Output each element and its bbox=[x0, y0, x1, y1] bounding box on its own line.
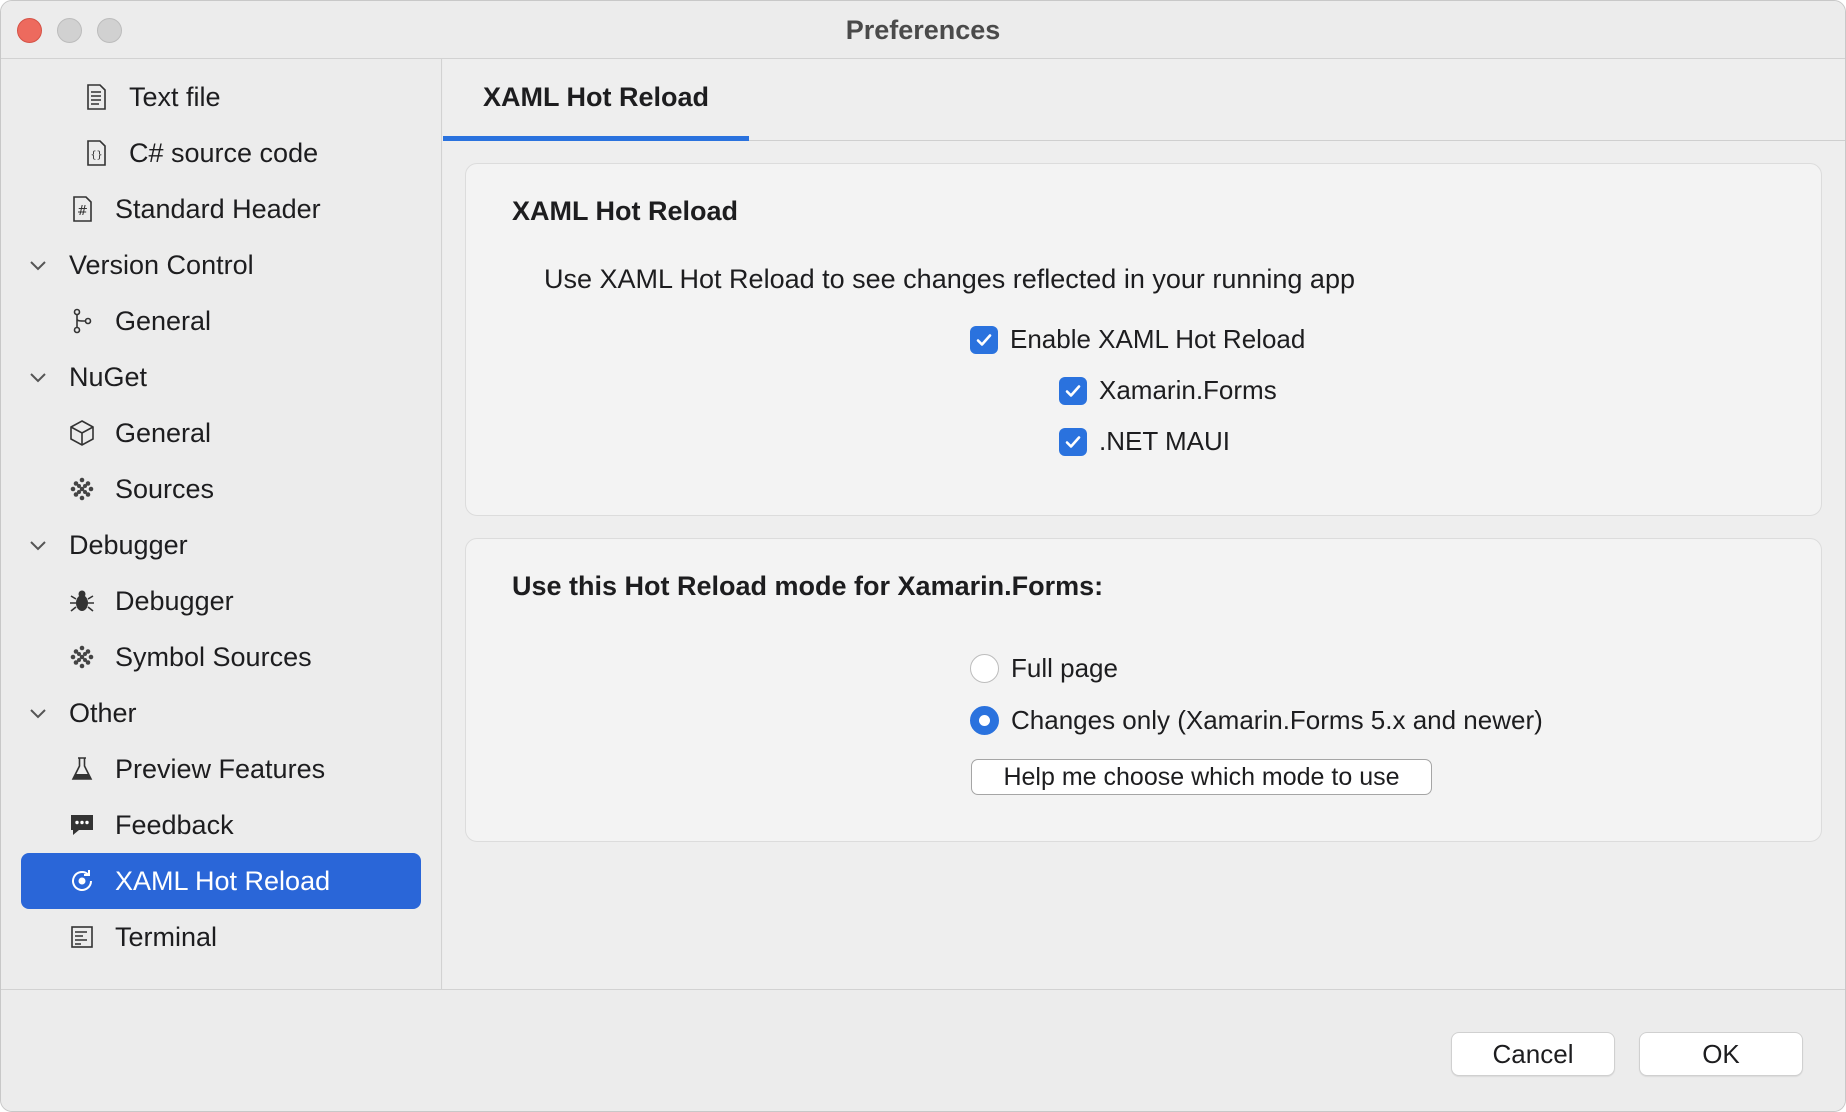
tab-xaml-hot-reload[interactable]: XAML Hot Reload bbox=[443, 59, 749, 141]
enable-hot-reload-checkbox[interactable]: Enable XAML Hot Reload bbox=[970, 324, 1305, 355]
sidebar-item-label: Debugger bbox=[115, 585, 234, 616]
svg-text:#: # bbox=[77, 204, 88, 219]
sidebar-item-nuget-general[interactable]: General bbox=[1, 405, 442, 461]
section-title: Use this Hot Reload mode for Xamarin.For… bbox=[512, 571, 1104, 601]
sidebar-item-label: Standard Header bbox=[115, 193, 321, 224]
title-bar: Preferences bbox=[1, 1, 1845, 59]
sidebar-item-label: Preview Features bbox=[115, 753, 326, 784]
sidebar: Text file {} C# source code # Standard H… bbox=[1, 59, 442, 989]
hash-file-icon: # bbox=[67, 194, 97, 224]
sidebar-group-nuget[interactable]: NuGet bbox=[1, 349, 442, 405]
changes-only-radio[interactable]: Changes only (Xamarin.Forms 5.x and newe… bbox=[970, 705, 1543, 736]
sidebar-item-label: Sources bbox=[115, 473, 215, 504]
sidebar-item-terminal[interactable]: Terminal bbox=[1, 909, 442, 965]
sidebar-group-label: NuGet bbox=[69, 361, 148, 392]
terminal-icon bbox=[67, 922, 97, 952]
checkbox-label: Enable XAML Hot Reload bbox=[1010, 324, 1306, 354]
net-maui-checkbox[interactable]: .NET MAUI bbox=[1059, 426, 1230, 457]
sidebar-item-nuget-sources[interactable]: Sources bbox=[1, 461, 442, 517]
hot-reload-section: XAML Hot Reload Use XAML Hot Reload to s… bbox=[465, 163, 1822, 516]
preferences-content: XAML Hot Reload XAML Hot Reload Use XAML… bbox=[443, 59, 1845, 989]
section-title: XAML Hot Reload bbox=[512, 196, 739, 226]
radio-label: Full page bbox=[1011, 653, 1118, 683]
xamarin-forms-checkbox[interactable]: Xamarin.Forms bbox=[1059, 375, 1277, 406]
sidebar-group-other[interactable]: Other bbox=[1, 685, 442, 741]
code-file-icon: {} bbox=[81, 138, 111, 168]
sidebar-item-standard-header[interactable]: # Standard Header bbox=[1, 181, 442, 237]
sidebar-item-label: General bbox=[115, 417, 212, 448]
bug-icon bbox=[67, 586, 97, 616]
dialog-footer: Cancel OK bbox=[1, 989, 1845, 1111]
branch-icon bbox=[67, 306, 97, 336]
sidebar-group-debugger[interactable]: Debugger bbox=[1, 517, 442, 573]
text-file-icon bbox=[81, 82, 111, 112]
sidebar-item-label: C# source code bbox=[129, 137, 319, 168]
tab-bar: XAML Hot Reload bbox=[443, 59, 1845, 141]
sidebar-group-label: Debugger bbox=[69, 529, 188, 560]
sidebar-item-label: Text file bbox=[129, 81, 221, 112]
radio-unselected[interactable] bbox=[970, 654, 999, 683]
sidebar-item-label: Feedback bbox=[115, 809, 234, 840]
checkbox-label: Xamarin.Forms bbox=[1099, 375, 1277, 405]
sidebar-item-label: Symbol Sources bbox=[115, 641, 312, 672]
sidebar-item-symbol-sources[interactable]: Symbol Sources bbox=[1, 629, 442, 685]
sidebar-item-label: General bbox=[115, 305, 212, 336]
sidebar-item-xaml-hot-reload[interactable]: XAML Hot Reload bbox=[21, 853, 421, 909]
svg-text:{}: {} bbox=[90, 150, 102, 161]
radio-selected[interactable] bbox=[970, 706, 999, 735]
sidebar-item-csharp-source[interactable]: {} C# source code bbox=[1, 125, 442, 181]
full-page-radio[interactable]: Full page bbox=[970, 653, 1118, 684]
help-choose-mode-button[interactable]: Help me choose which mode to use bbox=[971, 759, 1432, 795]
sidebar-item-debugger[interactable]: Debugger bbox=[1, 573, 442, 629]
chevron-down-icon[interactable] bbox=[25, 706, 51, 720]
sources-icon bbox=[67, 474, 97, 504]
hot-reload-icon bbox=[67, 866, 97, 896]
hot-reload-mode-section: Use this Hot Reload mode for Xamarin.For… bbox=[465, 538, 1822, 842]
cancel-button[interactable]: Cancel bbox=[1451, 1032, 1615, 1076]
sidebar-item-text-file[interactable]: Text file bbox=[1, 69, 442, 125]
feedback-icon bbox=[67, 810, 97, 840]
sidebar-item-vc-general[interactable]: General bbox=[1, 293, 442, 349]
sidebar-item-feedback[interactable]: Feedback bbox=[1, 797, 442, 853]
chevron-down-icon[interactable] bbox=[25, 370, 51, 384]
preferences-window: Preferences Text file {} C# source code … bbox=[0, 0, 1846, 1112]
window-title: Preferences bbox=[845, 15, 1001, 45]
chevron-down-icon[interactable] bbox=[25, 538, 51, 552]
sidebar-item-label: Terminal bbox=[115, 921, 218, 952]
sidebar-group-label: Version Control bbox=[69, 249, 254, 280]
checkbox-checked[interactable] bbox=[970, 325, 998, 354]
chevron-down-icon[interactable] bbox=[25, 258, 51, 272]
sidebar-group-label: Other bbox=[69, 697, 137, 728]
checkbox-checked[interactable] bbox=[1059, 376, 1087, 405]
sidebar-item-label: XAML Hot Reload bbox=[115, 865, 331, 896]
checkbox-label: .NET MAUI bbox=[1099, 426, 1230, 456]
ok-button[interactable]: OK bbox=[1639, 1032, 1803, 1076]
package-icon bbox=[67, 418, 97, 448]
sidebar-item-preview-features[interactable]: Preview Features bbox=[1, 741, 442, 797]
sidebar-group-version-control[interactable]: Version Control bbox=[1, 237, 442, 293]
sources-icon bbox=[67, 642, 97, 672]
radio-label: Changes only (Xamarin.Forms 5.x and newe… bbox=[1011, 705, 1543, 735]
checkbox-checked[interactable] bbox=[1059, 427, 1087, 456]
section-description: Use XAML Hot Reload to see changes refle… bbox=[544, 264, 1355, 294]
flask-icon bbox=[67, 754, 97, 784]
